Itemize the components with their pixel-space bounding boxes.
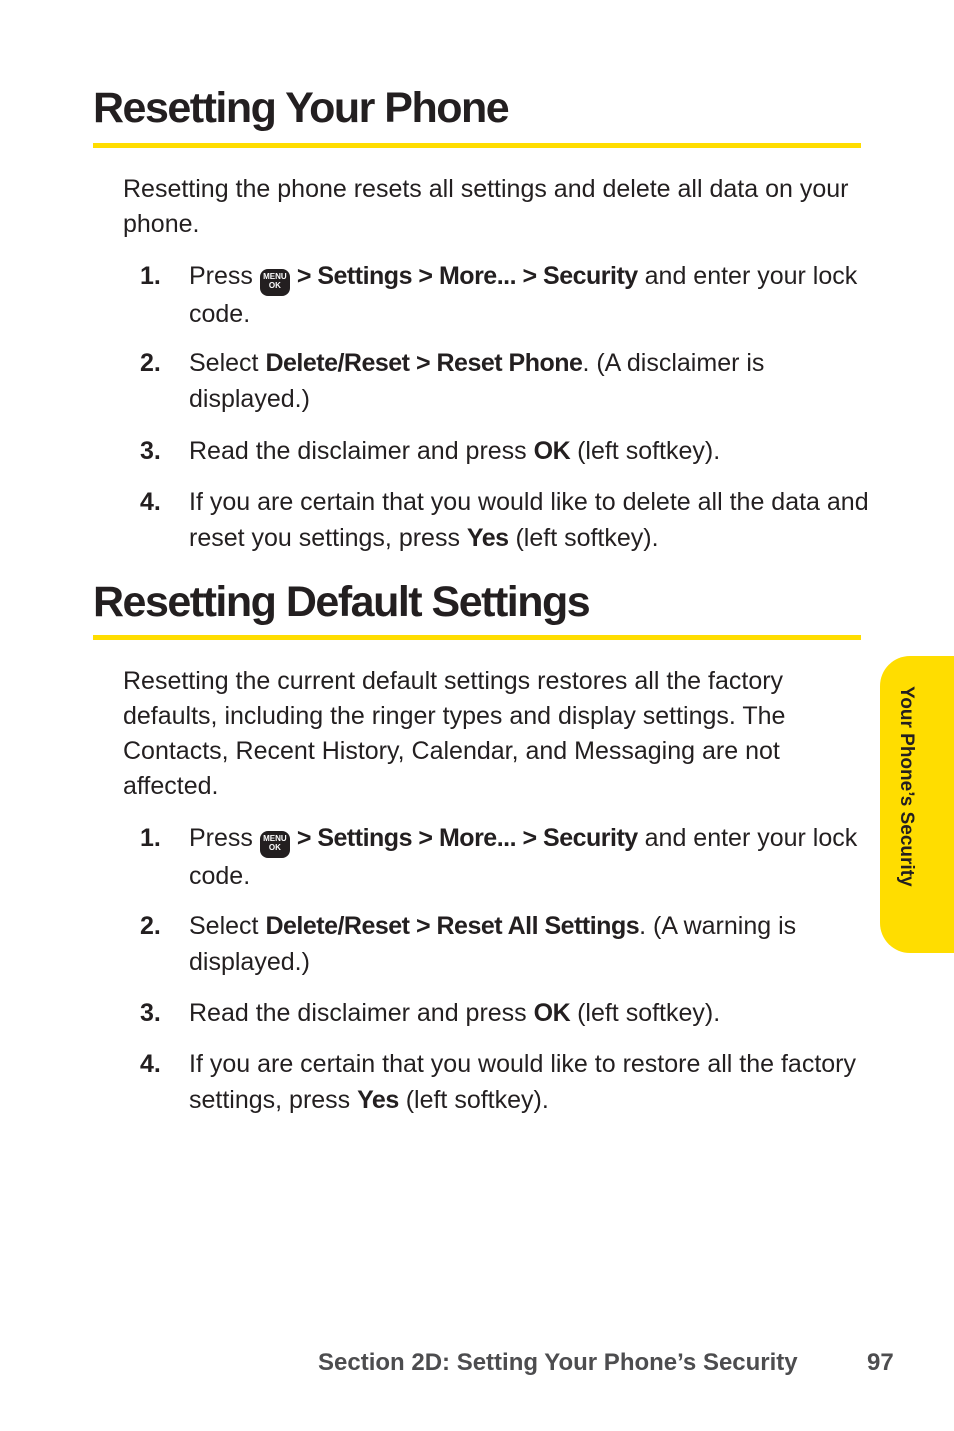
step-text: Press bbox=[189, 824, 253, 852]
key-label: Yes bbox=[466, 524, 509, 552]
section-intro: Resetting the current default settings r… bbox=[123, 667, 786, 800]
side-tab-label: Your Phone’s Security bbox=[896, 686, 917, 887]
step-text: (left softkey). bbox=[570, 999, 721, 1027]
page-number: 97 bbox=[867, 1349, 894, 1376]
step-text: Read the disclaimer and press bbox=[189, 437, 534, 465]
section-title-resetting-default: Resetting Default Settings bbox=[93, 578, 591, 626]
key-label: OK bbox=[533, 999, 571, 1027]
section-intro: Resetting the phone resets all settings … bbox=[123, 175, 849, 238]
menu-path: > Settings > More... > Security bbox=[296, 824, 638, 852]
step-text: (left softkey). bbox=[508, 524, 659, 552]
step-number: 1. bbox=[140, 824, 161, 852]
menu-path: Delete/Reset > Reset Phone bbox=[265, 349, 583, 377]
key-label: OK bbox=[533, 437, 571, 465]
step-number: 4. bbox=[140, 1050, 161, 1078]
menu-ok-key-icon: MENU OK bbox=[259, 831, 290, 858]
menu-path: > Settings > More... > Security bbox=[296, 262, 638, 290]
step-text: Press bbox=[189, 262, 253, 290]
step-number: 2. bbox=[140, 349, 161, 377]
step-text: Read the disclaimer and press bbox=[189, 999, 534, 1027]
step-text: Select bbox=[189, 349, 266, 377]
step-number: 4. bbox=[140, 488, 161, 516]
step-text: Select bbox=[189, 912, 266, 940]
step-text: (left softkey). bbox=[570, 437, 721, 465]
step-text: (left softkey). bbox=[398, 1086, 549, 1114]
section-title-resetting-phone: Resetting Your Phone bbox=[93, 84, 510, 132]
key-label: Yes bbox=[357, 1086, 399, 1114]
menu-path: Delete/Reset > Reset All Settings bbox=[265, 912, 640, 940]
title-underline bbox=[93, 143, 861, 148]
footer-section-title: Section 2D: Setting Your Phone’s Securit… bbox=[318, 1349, 798, 1376]
step-number: 3. bbox=[140, 437, 161, 465]
menu-ok-key-icon: MENU OK bbox=[259, 269, 290, 296]
side-section-tab bbox=[880, 656, 954, 953]
step-number: 3. bbox=[140, 999, 161, 1027]
step-number: 1. bbox=[140, 262, 161, 290]
step-number: 2. bbox=[140, 912, 161, 940]
title-underline bbox=[93, 635, 861, 640]
